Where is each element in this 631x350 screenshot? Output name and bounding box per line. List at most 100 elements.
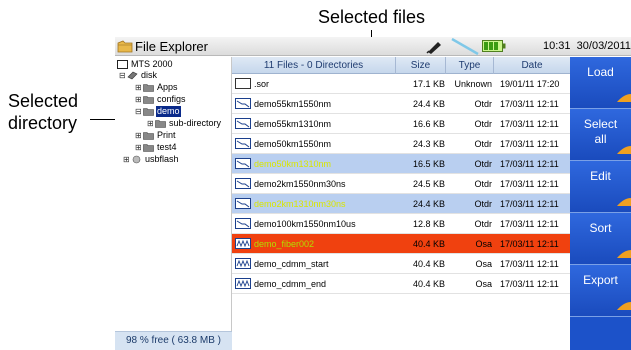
load-button[interactable]: Load <box>570 57 631 109</box>
file-date: 17/03/11 12:11 <box>500 199 559 209</box>
column-header-size[interactable]: Size <box>396 57 446 74</box>
pen-icon[interactable] <box>425 39 443 54</box>
expand-icon[interactable]: ⊞ <box>135 130 143 141</box>
tree-item-label: Print <box>157 130 176 140</box>
selected-directory-callout-line1: Selected <box>8 91 79 111</box>
table-row[interactable]: .sor 17.1 KB Unknown 19/01/11 17:20 <box>232 74 570 94</box>
table-row[interactable]: demo2km1310nm30ns 24.4 KB Otdr 17/03/11 12:… <box>232 194 570 214</box>
column-header-date[interactable]: Date <box>494 57 570 74</box>
file-size: 40.4 KB <box>412 239 445 249</box>
tree-item-usbflash[interactable]: ⊞ usbflash <box>123 154 180 165</box>
table-row[interactable]: demo100km1550nm10us 12.8 KB Otdr 17/03/11 1… <box>232 214 570 234</box>
file-name: .sor <box>254 79 270 89</box>
table-row[interactable]: demo_cdmm_end 40.4 KB Osa 17/03/11 12:11 <box>232 274 570 294</box>
sort-button-label: Sort <box>589 221 612 235</box>
tree-item-label: sub-directory <box>169 118 222 128</box>
tree-item-label: disk <box>141 70 158 80</box>
softkey-panel: Load Select all Edit Sort Export <box>570 57 631 350</box>
table-row[interactable]: demo50km1310nm 16.5 KB Otdr 17/03/11 12:11 <box>232 154 570 174</box>
tree-item-mts2000[interactable]: MTS 2000 <box>117 59 174 70</box>
tree-item-demo[interactable]: ⊟ demo <box>135 106 181 117</box>
title-bar: File Explorer 10:31 30/03/2011 <box>115 37 631 56</box>
disk-icon <box>127 71 138 80</box>
file-size: 17.1 KB <box>412 79 445 89</box>
file-type: Otdr <box>474 219 492 229</box>
otdr-file-icon <box>235 218 251 229</box>
column-header-name[interactable]: 11 Files - 0 Directories <box>232 57 396 74</box>
clock-date: 30/03/2011 <box>576 40 631 52</box>
sort-button[interactable]: Sort <box>570 213 631 265</box>
table-row[interactable]: demo2km1550nm30ns 24.5 KB Otdr 17/03/11 12:… <box>232 174 570 194</box>
tree-item-print[interactable]: ⊞ Print <box>135 130 177 141</box>
table-row[interactable]: demo_fiber002 40.4 KB Osa 17/03/11 12:11 <box>232 234 570 254</box>
tree-item-disk[interactable]: ⊟ disk <box>119 70 158 81</box>
edit-button-label: Edit <box>590 169 611 183</box>
file-name: demo_cdmm_start <box>254 259 329 269</box>
selected-directory-callout: Selected directory <box>8 90 108 134</box>
file-type: Otdr <box>474 139 492 149</box>
folder-icon <box>143 144 154 152</box>
expand-icon[interactable]: ⊞ <box>135 82 143 93</box>
osa-file-icon <box>235 238 251 249</box>
export-button[interactable]: Export <box>570 265 631 317</box>
select-all-button[interactable]: Select all <box>570 109 631 161</box>
softkey-tab-icon <box>617 302 631 310</box>
file-size: 24.4 KB <box>412 99 445 109</box>
collapse-icon[interactable]: ⊟ <box>135 106 143 117</box>
expand-icon[interactable]: ⊞ <box>123 154 131 165</box>
osa-file-icon <box>235 258 251 269</box>
file-type: Osa <box>475 259 492 269</box>
otdr-file-icon <box>235 138 251 149</box>
file-size: 40.4 KB <box>412 279 445 289</box>
directory-tree: MTS 2000 ⊟ disk ⊞ Apps ⊞ configs ⊟ demo … <box>115 57 232 331</box>
app-title: File Explorer <box>135 39 208 54</box>
otdr-file-icon <box>235 118 251 129</box>
folder-icon <box>143 84 154 92</box>
softkey-tab-icon <box>617 250 631 258</box>
edit-button[interactable]: Edit <box>570 161 631 213</box>
file-size: 16.5 KB <box>412 159 445 169</box>
expand-icon[interactable]: ⊞ <box>135 94 143 105</box>
expand-icon[interactable]: ⊞ <box>135 142 143 153</box>
file-date: 19/01/11 17:20 <box>500 79 560 89</box>
file-name: demo2km1310nm30ns <box>254 199 346 209</box>
tree-item-label: Apps <box>157 82 178 92</box>
tree-item-configs[interactable]: ⊞ configs <box>135 94 187 105</box>
folder-icon <box>155 120 166 128</box>
tree-item-label: demo <box>156 106 181 117</box>
file-date: 17/03/11 12:11 <box>500 259 559 269</box>
tree-item-apps[interactable]: ⊞ Apps <box>135 82 179 93</box>
table-row[interactable]: demo55km1550nm 24.4 KB Otdr 17/03/11 12:11 <box>232 94 570 114</box>
expand-icon[interactable]: ⊞ <box>147 118 155 129</box>
signal-icon <box>451 38 479 55</box>
otdr-file-icon <box>235 178 251 189</box>
file-name: demo_fiber002 <box>254 239 315 249</box>
table-row[interactable]: demo_cdmm_start 40.4 KB Osa 17/03/11 12:11 <box>232 254 570 274</box>
file-name: demo100km1550nm10us <box>254 219 356 229</box>
table-row[interactable]: demo55km1310nm 16.6 KB Otdr 17/03/11 12:11 <box>232 114 570 134</box>
battery-icon <box>482 40 506 52</box>
file-date: 17/03/11 12:11 <box>500 179 559 189</box>
file-type: Otdr <box>474 159 492 169</box>
file-date: 17/03/11 12:11 <box>500 139 559 149</box>
selected-files-callout: Selected files <box>318 7 426 27</box>
load-button-label: Load <box>587 65 614 79</box>
tree-item-sub-directory[interactable]: ⊞ sub-directory <box>147 118 222 129</box>
osa-file-icon <box>235 278 251 289</box>
file-date: 17/03/11 12:11 <box>500 99 559 109</box>
storage-free-status: 98 % free ( 63.8 MB ) <box>115 331 232 350</box>
file-type: Otdr <box>474 99 492 109</box>
otdr-file-icon <box>235 198 251 209</box>
tree-item-test4[interactable]: ⊞ test4 <box>135 142 178 153</box>
softkey-tab-icon <box>617 198 631 206</box>
tree-item-label: configs <box>157 94 186 104</box>
file-size: 24.5 KB <box>412 179 445 189</box>
file-date: 17/03/11 12:11 <box>500 119 559 129</box>
column-header-type[interactable]: Type <box>446 57 494 74</box>
blank-file-icon <box>235 78 251 89</box>
file-date: 17/03/11 12:11 <box>500 279 559 289</box>
tree-item-label: test4 <box>157 142 177 152</box>
device-icon <box>117 60 128 69</box>
collapse-icon[interactable]: ⊟ <box>119 70 127 81</box>
table-row[interactable]: demo50km1550nm 24.3 KB Otdr 17/03/11 12:11 <box>232 134 570 154</box>
